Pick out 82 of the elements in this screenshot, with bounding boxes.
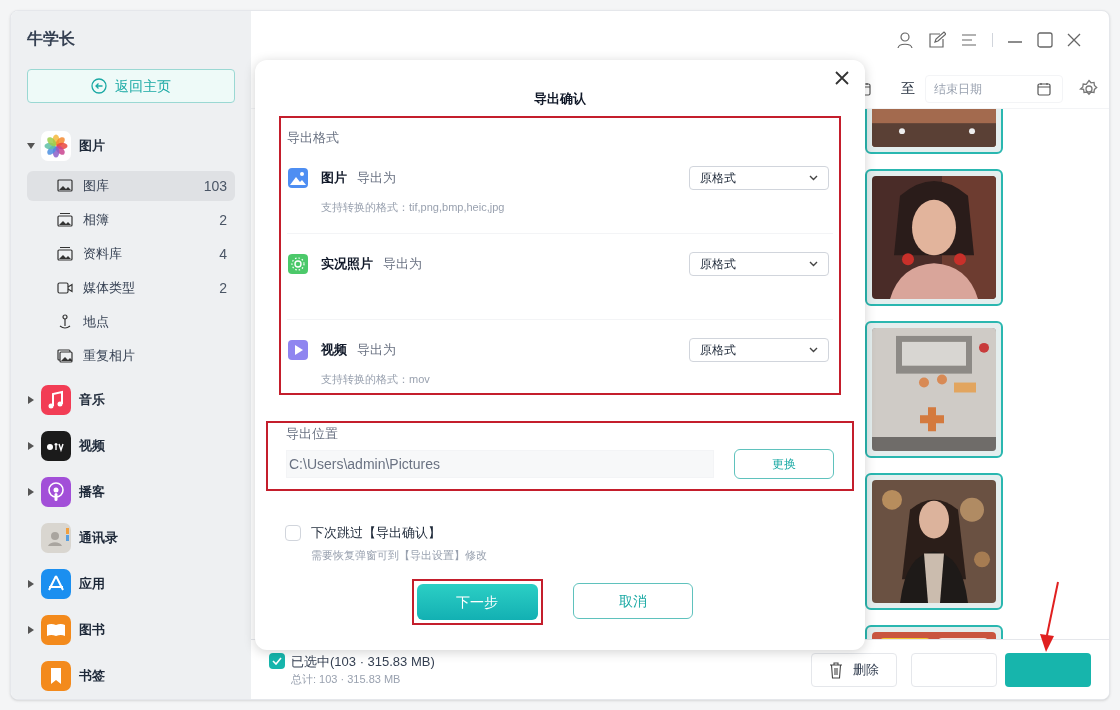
pin-icon xyxy=(57,314,73,330)
maximize-icon[interactable] xyxy=(1037,32,1053,48)
item-count: 103 xyxy=(203,176,227,196)
image-icon xyxy=(288,167,308,188)
edit-icon[interactable] xyxy=(928,31,946,49)
photo-tile[interactable] xyxy=(865,169,1003,306)
photo-tile[interactable] xyxy=(865,473,1003,610)
contacts-icon xyxy=(41,523,71,553)
video-icon xyxy=(57,280,73,296)
close-icon[interactable] xyxy=(834,70,850,86)
sidebar-item[interactable]: 通讯录 xyxy=(79,528,118,548)
item-count: 2 xyxy=(219,210,227,230)
section-label: 导出位置 xyxy=(286,425,338,443)
path-field[interactable]: C:\Users\admin\Pictures xyxy=(286,450,715,478)
sidebar-subitem[interactable]: 重复相片 xyxy=(27,341,235,371)
duplicate-photos-icon xyxy=(57,348,73,364)
expand-arrow-icon[interactable] xyxy=(27,396,35,404)
export-button[interactable] xyxy=(1005,652,1091,687)
book-icon xyxy=(41,615,71,645)
dialog-title: 导出确认 xyxy=(534,90,586,108)
photo-tile[interactable] xyxy=(865,321,1003,458)
expand-arrow-icon[interactable] xyxy=(27,580,35,588)
sidebar-item[interactable]: 视频 xyxy=(79,436,105,456)
expand-arrow-icon[interactable] xyxy=(27,142,35,150)
album-icon xyxy=(57,246,73,262)
sidebar-item[interactable]: 图书 xyxy=(79,620,105,640)
delete-button[interactable]: 删除 xyxy=(811,652,897,687)
sidebar-subitem[interactable]: 资料库 4 xyxy=(27,239,235,269)
total-summary: 总计: 103 · 315.83 MB xyxy=(291,672,402,687)
music-note-icon xyxy=(41,385,71,415)
sidebar-subitem[interactable]: 地点 xyxy=(27,307,235,337)
format-dropdown[interactable]: 原格式 xyxy=(689,251,829,276)
sidebar-item[interactable]: 图片 xyxy=(79,136,105,156)
format-dropdown[interactable]: 原格式 xyxy=(689,165,829,190)
format-dropdown[interactable]: 原格式 xyxy=(689,337,829,362)
format-name: 实况照片 xyxy=(321,254,373,273)
section-label: 导出格式 xyxy=(287,129,339,147)
format-name: 视频 xyxy=(321,340,347,359)
tv-app-icon xyxy=(41,431,71,461)
skip-label: 下次跳过【导出确认】 xyxy=(311,524,441,542)
chevron-down-icon xyxy=(809,260,818,267)
calendar-icon xyxy=(1037,81,1051,96)
date-separator: 至 xyxy=(901,79,915,98)
photos-app-icon xyxy=(41,131,71,161)
bookmark-icon xyxy=(41,661,71,691)
chevron-down-icon xyxy=(809,346,818,353)
sidebar-subitem[interactable]: 相簿 2 xyxy=(27,205,235,235)
selection-summary: 已选中(103 · 315.83 MB) xyxy=(291,652,435,671)
end-date-field[interactable]: 结束日期 xyxy=(925,74,1063,103)
skip-hint: 需要恢复弹窗可到【导出设置】修改 xyxy=(311,547,487,563)
expand-arrow-icon[interactable] xyxy=(27,488,35,496)
sidebar-item[interactable]: 应用 xyxy=(79,574,105,594)
play-icon xyxy=(288,339,308,360)
item-count: 4 xyxy=(219,244,227,264)
expand-arrow-icon[interactable] xyxy=(27,442,35,450)
item-count: 2 xyxy=(219,278,227,298)
sidebar-subitem[interactable]: 媒体类型 2 xyxy=(27,273,235,303)
export-as-label: 导出为 xyxy=(357,168,396,187)
app-title: 牛学长 xyxy=(27,29,75,49)
select-all-checkbox[interactable] xyxy=(269,653,285,670)
check-icon xyxy=(272,657,282,666)
format-name: 图片 xyxy=(321,168,347,187)
sidebar-subitem[interactable]: 图库 103 xyxy=(27,171,235,201)
sidebar-item[interactable]: 音乐 xyxy=(79,390,105,410)
image-icon xyxy=(57,178,73,194)
expand-arrow-icon[interactable] xyxy=(27,626,35,634)
sidebar-item[interactable]: 书签 xyxy=(79,666,105,686)
export-as-label: 导出为 xyxy=(383,254,422,273)
live-photo-icon xyxy=(288,253,308,274)
app-store-icon xyxy=(41,569,71,599)
sidebar-item[interactable]: 播客 xyxy=(79,482,105,502)
trash-icon xyxy=(829,660,843,679)
close-icon[interactable] xyxy=(1067,33,1081,47)
album-icon xyxy=(57,212,73,228)
format-hint: 支持转换的格式：tif,png,bmp,heic,jpg xyxy=(321,199,505,215)
chevron-down-icon xyxy=(809,174,818,181)
podcast-icon xyxy=(41,477,71,507)
format-hint: 支持转换的格式：mov xyxy=(321,371,430,387)
skip-checkbox[interactable] xyxy=(285,524,301,541)
export-as-label: 导出为 xyxy=(357,340,396,359)
back-icon xyxy=(91,78,107,94)
user-icon[interactable] xyxy=(896,31,914,49)
